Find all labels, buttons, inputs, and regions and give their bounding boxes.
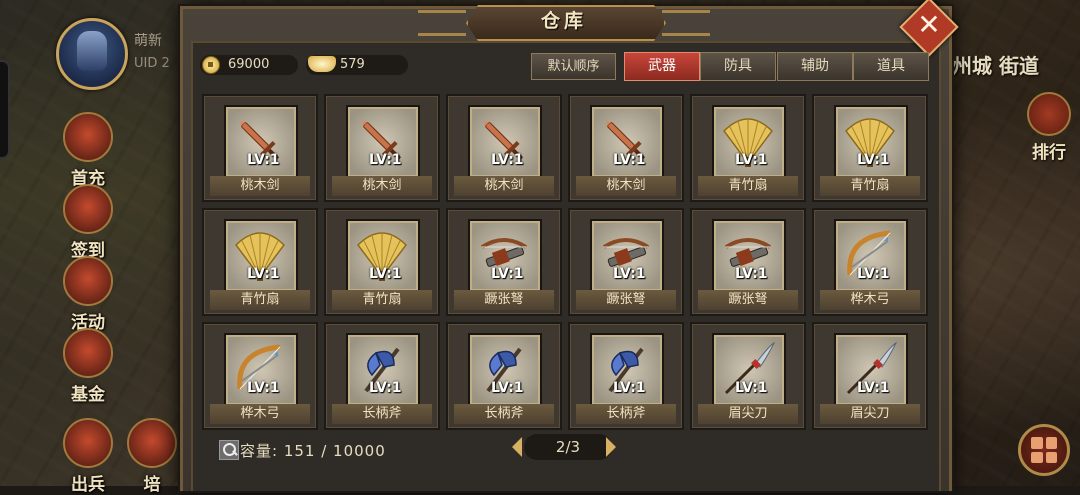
player-avatar[interactable] (56, 18, 128, 90)
item-name: 桦木弓 (820, 290, 920, 310)
tab-items[interactable]: 道具 (853, 52, 929, 81)
item-name: 桦木弓 (210, 404, 310, 424)
side-button-first-recharge[interactable]: 首充 (56, 112, 120, 189)
item-level: LV:1 (735, 152, 768, 168)
item-name: 蹶张弩 (454, 290, 554, 310)
item-level: LV:1 (491, 266, 524, 282)
main-menu-button[interactable] (1018, 424, 1070, 476)
helmet-icon (77, 31, 107, 71)
item-name: 蹶张弩 (576, 290, 676, 310)
item-name: 眉尖刀 (820, 404, 920, 424)
item-slot[interactable]: LV:1 青竹扇 (690, 94, 806, 202)
sign-in-icon (63, 184, 113, 234)
activity-icon (63, 256, 113, 306)
item-level: LV:1 (247, 380, 280, 396)
side-button-fund[interactable]: 基金 (56, 328, 120, 405)
item-slot[interactable]: LV:1 蹶张弩 (568, 208, 684, 316)
item-level: LV:1 (369, 152, 402, 168)
player-uid: UID 2 (134, 56, 170, 71)
item-level: LV:1 (247, 152, 280, 168)
item-slot[interactable]: LV:1 青竹扇 (202, 208, 318, 316)
item-name: 蹶张弩 (698, 290, 798, 310)
item-level: LV:1 (857, 152, 890, 168)
item-level: LV:1 (491, 380, 524, 396)
item-name: 眉尖刀 (698, 404, 798, 424)
title-ornament-left (418, 10, 466, 36)
item-slot[interactable]: LV:1 眉尖刀 (690, 322, 806, 430)
item-slot[interactable]: LV:1 长柄斧 (324, 322, 440, 430)
item-level: LV:1 (735, 380, 768, 396)
item-name: 长柄斧 (576, 404, 676, 424)
item-level: LV:1 (613, 380, 646, 396)
side-button-deploy[interactable]: 出兵 (56, 418, 120, 495)
item-grid: LV:1 桃木剑 LV:1 桃木剑 LV:1 桃木剑 LV:1 桃木剑 LV:1 青竹扇 LV:1 青… (202, 94, 928, 430)
prev-page-arrow-icon[interactable] (512, 437, 522, 457)
copper-amount: 69000 (228, 57, 270, 72)
item-level: LV:1 (857, 380, 890, 396)
item-slot[interactable]: LV:1 桃木剑 (446, 94, 562, 202)
item-level: LV:1 (613, 266, 646, 282)
next-page-arrow-icon[interactable] (606, 437, 616, 457)
capacity-label: 容量: 151 / 10000 (240, 442, 386, 460)
city-location-label: 州城 街道 (952, 54, 1039, 78)
ingot-amount: 579 (340, 57, 365, 72)
item-name: 青竹扇 (210, 290, 310, 310)
screen-edge-handle (0, 60, 10, 159)
default-sort-button[interactable]: 默认顺序 (531, 53, 616, 80)
item-slot[interactable]: LV:1 桃木剑 (324, 94, 440, 202)
tab-armor[interactable]: 防具 (700, 52, 776, 81)
gold-ingot-icon (308, 56, 336, 72)
fund-icon (63, 328, 113, 378)
item-name: 桃木剑 (210, 176, 310, 196)
side-button-train[interactable]: 培 (124, 418, 180, 495)
item-slot[interactable]: LV:1 蹶张弩 (690, 208, 806, 316)
rank-icon (1027, 92, 1071, 136)
side-button-sign-in[interactable]: 签到 (56, 184, 120, 261)
rank-button[interactable]: 排行 (1018, 92, 1080, 163)
item-name: 长柄斧 (454, 404, 554, 424)
item-name: 青竹扇 (332, 290, 432, 310)
player-name: 萌新 (134, 33, 162, 49)
train-icon (127, 418, 177, 468)
item-slot[interactable]: LV:1 青竹扇 (324, 208, 440, 316)
item-name: 桃木剑 (332, 176, 432, 196)
title-ornament-right (662, 10, 710, 36)
item-slot[interactable]: LV:1 桃木剑 (202, 94, 318, 202)
window-title: 仓库 (540, 10, 587, 32)
item-level: LV:1 (491, 152, 524, 168)
item-name: 青竹扇 (820, 176, 920, 196)
page-indicator: 2/3 (524, 434, 612, 460)
item-name: 桃木剑 (454, 176, 554, 196)
item-name: 桃木剑 (576, 176, 676, 196)
item-slot[interactable]: LV:1 桃木剑 (568, 94, 684, 202)
item-name: 青竹扇 (698, 176, 798, 196)
item-slot[interactable]: LV:1 桦木弓 (202, 322, 318, 430)
item-level: LV:1 (369, 380, 402, 396)
first-recharge-icon (63, 112, 113, 162)
close-icon[interactable]: ✕ (908, 6, 950, 44)
item-name: 长柄斧 (332, 404, 432, 424)
item-slot[interactable]: LV:1 蹶张弩 (446, 208, 562, 316)
item-level: LV:1 (857, 266, 890, 282)
item-level: LV:1 (735, 266, 768, 282)
item-level: LV:1 (369, 266, 402, 282)
item-slot[interactable]: LV:1 长柄斧 (446, 322, 562, 430)
side-button-activity[interactable]: 活动 (56, 256, 120, 333)
item-slot[interactable]: LV:1 青竹扇 (812, 94, 928, 202)
item-level: LV:1 (247, 266, 280, 282)
tab-weapons[interactable]: 武器 (624, 52, 700, 81)
tab-auxiliary[interactable]: 辅助 (777, 52, 853, 81)
item-slot[interactable]: LV:1 桦木弓 (812, 208, 928, 316)
item-level: LV:1 (613, 152, 646, 168)
copper-coin-icon (202, 56, 220, 74)
deploy-icon (63, 418, 113, 468)
item-slot[interactable]: LV:1 眉尖刀 (812, 322, 928, 430)
item-slot[interactable]: LV:1 长柄斧 (568, 322, 684, 430)
search-icon[interactable] (219, 440, 239, 460)
